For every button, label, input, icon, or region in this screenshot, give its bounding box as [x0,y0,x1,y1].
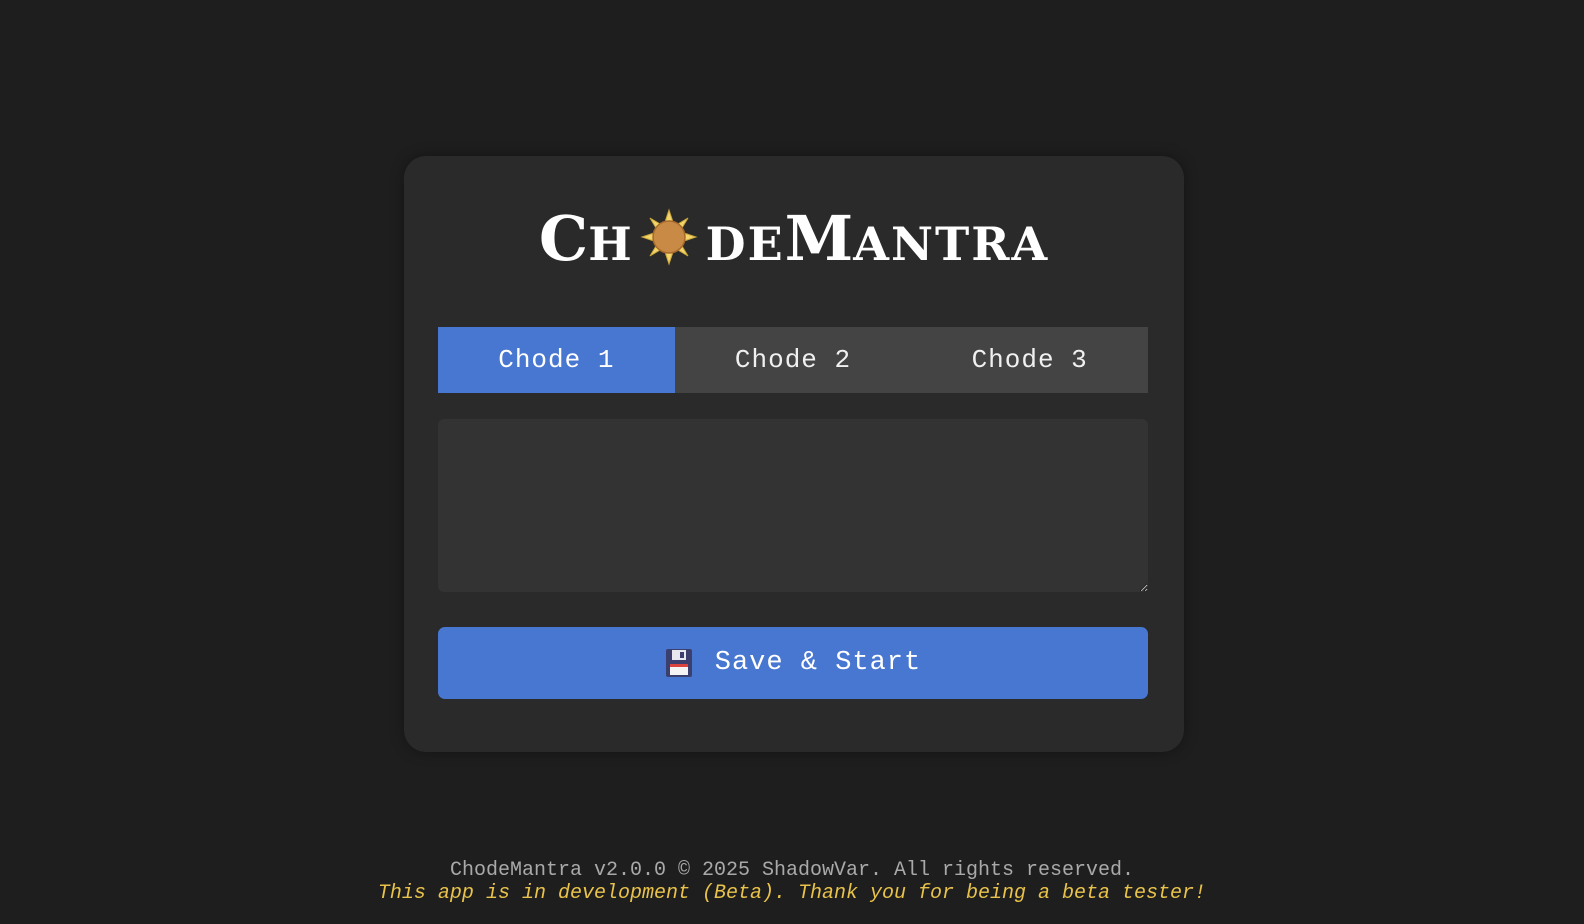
app-logo: CH DEMANTRA [404,208,1184,270]
floppy-disk-icon [665,648,693,678]
logo-letters-h: H [588,217,634,271]
logo-letters-antra: ANTRA [853,217,1050,271]
save-and-start-button[interactable]: Save & Start [438,627,1148,699]
save-button-label: Save & Start [714,648,922,678]
logo-letters-de: DE [705,217,785,271]
tab-chode-1[interactable]: Chode 1 [438,327,675,393]
chode-text-input[interactable] [438,419,1148,592]
footer: ChodeMantra v2.0.0 © 2025 ShadowVar. All… [0,859,1584,905]
logo-letter-c: C [538,202,589,275]
tab-chode-3[interactable]: Chode 3 [911,327,1148,393]
tab-chode-2[interactable]: Chode 2 [675,327,912,393]
chode-tabs: Chode 1 Chode 2 Chode 3 [438,327,1148,393]
main-card: CH DEMANTRA Chode 1 Chode 2 Chode 3 Save… [404,156,1184,752]
sun-icon [640,208,698,266]
footer-copyright: ChodeMantra v2.0.0 © 2025 ShadowVar. All… [449,859,1135,882]
page: CH DEMANTRA Chode 1 Chode 2 Chode 3 Save… [0,0,1584,924]
logo-letter-m: M [784,202,854,275]
footer-beta-notice: This app is in development (Beta). Thank… [377,882,1207,905]
